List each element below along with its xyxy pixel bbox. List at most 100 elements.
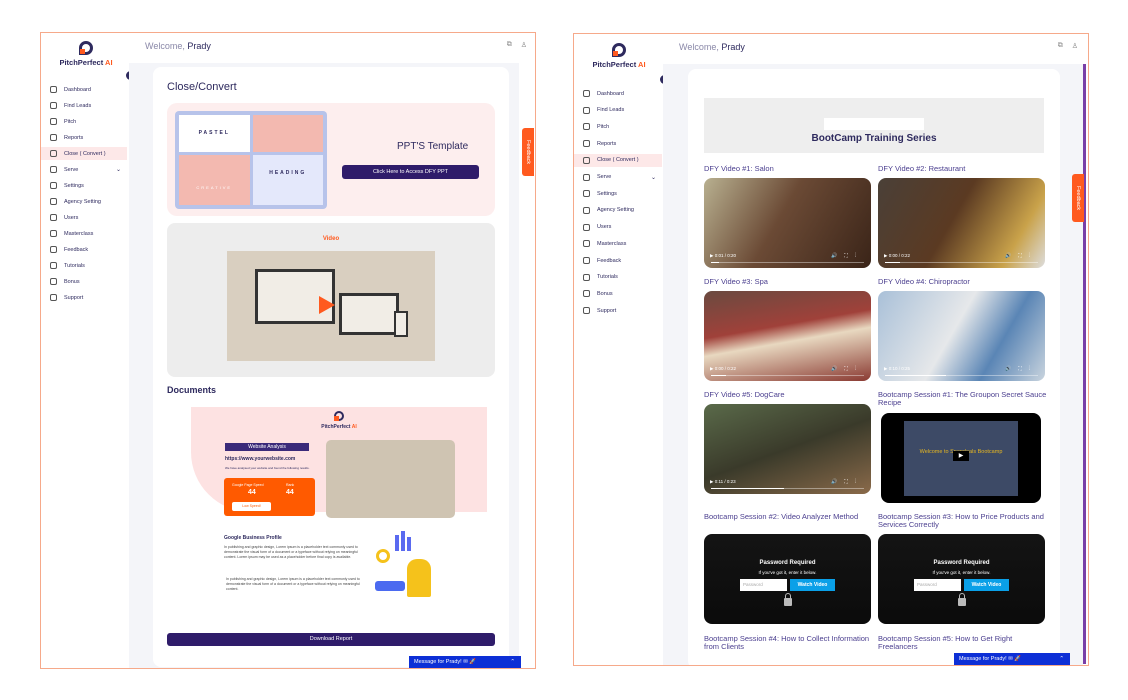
video-progress[interactable]	[885, 261, 1038, 263]
sidebar-item[interactable]: Agency Setting	[41, 195, 127, 208]
logo: PitchPerfect AI	[51, 41, 121, 67]
expand-icon[interactable]: ⧉	[1058, 42, 1063, 50]
video-controls[interactable]: 🔊⛶⋮	[1005, 253, 1037, 259]
sidebar-item[interactable]: Feedback	[41, 243, 127, 256]
sidebar-item-label: Masterclass	[597, 240, 627, 247]
sidebar-item[interactable]: Bonus	[41, 275, 127, 288]
video-controls[interactable]: 🔊⛶⋮	[831, 366, 863, 372]
feedback-icon	[50, 246, 57, 253]
video-time: 0:00 / 0:22	[714, 366, 736, 371]
video-progress[interactable]	[711, 374, 864, 376]
video-controls[interactable]: 🔊⛶⋮	[1005, 366, 1037, 372]
sidebar-item[interactable]: Agency Setting	[574, 204, 662, 217]
sidebar-item[interactable]: Pitch	[574, 120, 662, 133]
video-controls[interactable]: 🔊⛶⋮	[831, 253, 863, 259]
sidebar-item[interactable]: Serve ⌄	[574, 171, 662, 184]
sidebar-item-label: Feedback	[64, 246, 89, 253]
feedback-tab[interactable]: Feedback	[522, 128, 534, 176]
video-player[interactable]: ▶ 0:11 / 0:23 🔊⛶⋮	[704, 404, 871, 494]
watch-video-button[interactable]: Watch Video	[964, 579, 1009, 591]
feedback-tab[interactable]: Feedback	[1072, 174, 1084, 222]
video-progress[interactable]	[711, 261, 864, 263]
chevron-down-icon[interactable]: ⌄	[116, 166, 121, 173]
video-controls[interactable]: 🔊⛶⋮	[831, 479, 863, 485]
chevron-down-icon[interactable]: ⌄	[651, 174, 656, 181]
welcome-text: Welcome, Prady	[145, 41, 211, 51]
video-player[interactable]: ▶ 0:00 / 0:22 🔊⛶⋮	[704, 291, 871, 381]
video-progress[interactable]	[885, 374, 1038, 376]
video-title: Bootcamp Session #5: How to Get Right Fr…	[878, 634, 1013, 651]
video-title: Bootcamp Session #4: How to Collect Info…	[704, 634, 870, 651]
sidebar-item-label: Dashboard	[597, 90, 624, 97]
sidebar-item[interactable]: Masterclass	[41, 227, 127, 240]
main-card: Close/Convert PASTEL CREATIVE HEADING PP…	[153, 67, 509, 667]
sidebar-item[interactable]: Reports	[41, 131, 127, 144]
sidebar-item-label: Serve	[64, 166, 79, 173]
sidebar-item[interactable]: Support	[41, 291, 127, 304]
sidebar-item-label: Find Leads	[597, 107, 625, 114]
gbp-title: Google Business Profile	[224, 535, 282, 541]
convert-icon	[50, 150, 57, 157]
sidebar-item-label: Settings	[64, 182, 84, 189]
sidebar-item[interactable]: Tutorials	[574, 271, 662, 284]
play-icon[interactable]: ▶	[953, 451, 969, 461]
video-time: 0:11 / 0:23	[714, 479, 736, 484]
sidebar-item-label: Tutorials	[64, 262, 85, 269]
play-button[interactable]: ▶ 0:10 / 0:25	[884, 366, 910, 372]
watch-video-button[interactable]: Watch Video	[790, 579, 835, 591]
scrollbar[interactable]	[1083, 64, 1086, 664]
sidebar-item[interactable]: Bonus	[574, 287, 662, 300]
video-label: Video	[322, 236, 340, 242]
video-player[interactable]: ▶ 0:10 / 0:25 🔊⛶⋮	[878, 291, 1045, 381]
play-button[interactable]: ▶ 0:11 / 0:23	[710, 479, 736, 485]
tutorials-icon	[50, 262, 57, 269]
sidebar-item[interactable]: Close ( Convert )	[574, 153, 662, 167]
sidebar-item-label: Dashboard	[64, 86, 91, 93]
sidebar-item[interactable]: Reports	[574, 137, 662, 150]
user-icon[interactable]: ♙	[521, 41, 527, 49]
sidebar-item[interactable]: Close ( Convert )	[41, 147, 127, 160]
sidebar-item[interactable]: Users	[41, 211, 127, 224]
play-button[interactable]: ▶ 0:00 / 0:22	[884, 253, 910, 259]
sidebar-item[interactable]: Users	[574, 221, 662, 234]
sidebar-item[interactable]: Masterclass	[574, 237, 662, 250]
download-report-button[interactable]: Download Report	[167, 633, 495, 646]
expand-icon[interactable]: ⧉	[507, 41, 512, 49]
play-icon[interactable]	[319, 296, 335, 314]
sidebar-item[interactable]: Pitch	[41, 115, 127, 128]
sidebar-item[interactable]: Tutorials	[41, 259, 127, 272]
sidebar-item-label: Reports	[64, 134, 84, 141]
user-icon[interactable]: ♙	[1072, 42, 1078, 50]
sidebar-item[interactable]: Settings	[41, 179, 127, 192]
sidebar-item-label: Support	[64, 294, 84, 301]
sidebar-item[interactable]: Find Leads	[41, 99, 127, 112]
banner-title: BootCamp Training Series	[811, 133, 937, 144]
pitch-icon	[583, 123, 590, 131]
sidebar-item-label: Close ( Convert )	[597, 157, 639, 164]
video-player[interactable]: ▶ 0:01 / 0:20 🔊⛶⋮	[704, 178, 871, 268]
access-dfy-ppt-button[interactable]: Click Here to Access DFY PPT	[342, 165, 479, 179]
video-progress[interactable]	[711, 487, 864, 489]
video-player[interactable]: Welcome to Snapdeals Bootcamp ▶	[881, 413, 1041, 503]
message-bar[interactable]: Message for Prady! ✉ 🚀 ⌃	[409, 656, 521, 668]
play-button[interactable]: ▶ 0:00 / 0:22	[710, 366, 736, 372]
welcome-text: Welcome, Prady	[679, 42, 745, 52]
password-input[interactable]: Password	[914, 579, 961, 591]
sidebar-item[interactable]: Feedback	[574, 254, 662, 267]
sidebar-item[interactable]: Settings	[574, 187, 662, 200]
video-title: Bootcamp Session #2: Video Analyzer Meth…	[704, 512, 859, 521]
sidebar-item[interactable]: Support	[574, 304, 662, 317]
sidebar-item[interactable]: Find Leads	[574, 104, 662, 117]
users-icon	[583, 223, 590, 231]
message-bar[interactable]: Message for Prady! ✉ 🚀 ⌃	[954, 653, 1070, 665]
gift-icon	[583, 290, 590, 298]
play-button[interactable]: ▶ 0:01 / 0:20	[710, 253, 736, 259]
video-player[interactable]	[227, 251, 435, 361]
sidebar-item[interactable]: Serve ⌄	[41, 163, 127, 176]
convert-icon	[583, 156, 590, 164]
sidebar-item[interactable]: Dashboard	[574, 87, 662, 100]
video-player[interactable]: ▶ 0:00 / 0:22 🔊⛶⋮	[878, 178, 1045, 268]
sidebar-item[interactable]: Dashboard	[41, 83, 127, 96]
password-input[interactable]: Password	[740, 579, 787, 591]
password-protected-video: Password Required If you've got it, enter…	[878, 534, 1045, 624]
